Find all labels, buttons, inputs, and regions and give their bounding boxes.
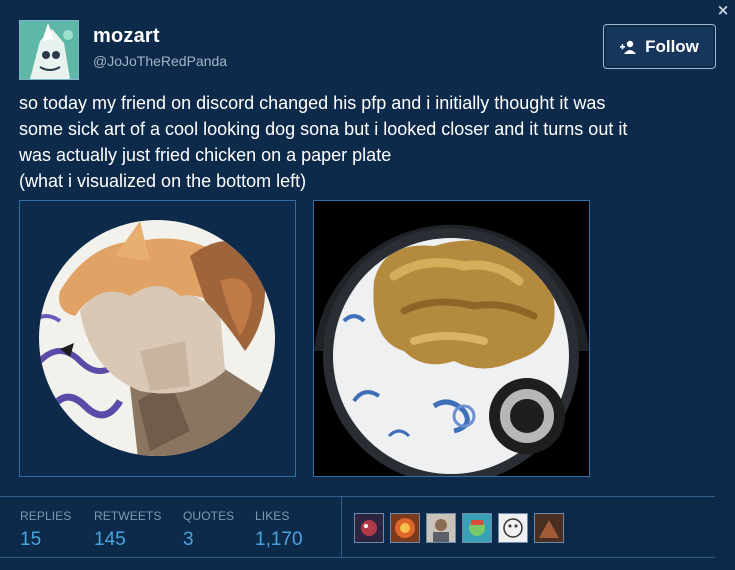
stats-bottom-divider: [0, 557, 715, 558]
tweet-text: so today my friend on discord changed hi…: [19, 90, 719, 194]
liker-avatar-3-icon: [427, 514, 455, 542]
stat-quotes-value: 3: [183, 529, 194, 550]
tweet-line: so today my friend on discord changed hi…: [19, 93, 606, 113]
stat-replies-label: REPLIES: [20, 509, 72, 523]
stat-replies[interactable]: REPLIES 15: [20, 509, 71, 551]
author-handle[interactable]: @JoJoTheRedPanda: [93, 53, 227, 69]
avatar-character-icon: [20, 21, 78, 79]
close-icon[interactable]: ×: [715, 2, 731, 18]
stats-vertical-divider: [341, 497, 342, 557]
liker-avatar-6-icon: [535, 514, 563, 542]
stat-quotes-label: QUOTES: [183, 509, 235, 523]
liker-avatar-5-icon: [499, 514, 527, 542]
stat-quotes[interactable]: QUOTES 3: [183, 509, 234, 551]
follow-button-label: Follow: [645, 36, 699, 56]
add-user-icon: [620, 40, 637, 54]
tweet-line: some sick art of a cool looking dog sona…: [19, 119, 628, 139]
dog-character-art: [20, 201, 295, 476]
liker-avatar-3[interactable]: [426, 513, 456, 543]
follow-button[interactable]: Follow: [603, 24, 716, 69]
liker-avatar-5[interactable]: [498, 513, 528, 543]
stats-top-divider: [0, 496, 715, 497]
fried-chicken-photo: [314, 201, 589, 476]
liker-avatar-1[interactable]: [354, 513, 384, 543]
liker-avatar-4[interactable]: [462, 513, 492, 543]
tweet-line: was actually just fried chicken on a pap…: [19, 145, 392, 165]
liker-avatars: [354, 513, 564, 543]
stat-retweets-value: 145: [94, 529, 126, 550]
stat-likes[interactable]: LIKES 1,170: [255, 509, 303, 551]
liker-avatar-1-icon: [355, 514, 383, 542]
tweet-line: (what i visualized on the bottom left): [19, 171, 307, 191]
liker-avatar-2[interactable]: [390, 513, 420, 543]
liker-avatar-4-icon: [463, 514, 491, 542]
stat-retweets[interactable]: RETWEETS 145: [94, 509, 161, 551]
author-avatar[interactable]: [19, 20, 79, 80]
stat-likes-label: LIKES: [255, 509, 290, 523]
liker-avatar-2-icon: [391, 514, 419, 542]
author-display-name[interactable]: mozart: [93, 25, 160, 48]
stat-retweets-label: RETWEETS: [94, 509, 162, 523]
liker-avatar-6[interactable]: [534, 513, 564, 543]
fried-chicken-plate-photo[interactable]: [313, 200, 590, 477]
stat-replies-value: 15: [20, 529, 42, 550]
stat-likes-value: 1,170: [255, 529, 303, 550]
drawn-dog-sona-image[interactable]: [19, 200, 296, 477]
